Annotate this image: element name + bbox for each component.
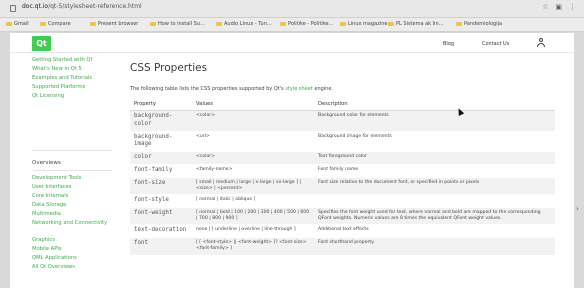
sidebar-link[interactable]: Supported Platforms xyxy=(32,84,85,90)
sidebar-link[interactable]: Core Internals xyxy=(32,193,68,199)
property-description: Additional text effects xyxy=(314,224,555,239)
bookmark-item[interactable]: Linux magazine xyxy=(340,21,388,27)
property-description: Font family name xyxy=(314,164,555,178)
property-name: font-family xyxy=(130,164,192,178)
css-properties-table: Property Values Description background-c… xyxy=(130,98,555,256)
sidebar-link[interactable]: All Qt Overviews xyxy=(32,264,75,270)
sidebar-link[interactable]: QML Applications xyxy=(32,255,77,261)
property-description: Background color for elements xyxy=(314,110,555,132)
sidebar-link[interactable]: Examples and Tutorials xyxy=(32,75,92,81)
nav-link-contact[interactable]: Contact Us xyxy=(482,41,509,47)
site-header: Qt Blog Contact Us xyxy=(10,33,574,53)
sidebar-link[interactable]: Graphics xyxy=(32,237,55,243)
sidebar-link[interactable]: Networking and Connectivity xyxy=(32,220,107,226)
property-name: color xyxy=(130,151,192,166)
folder-icon xyxy=(6,22,12,26)
url-field[interactable]: doc.qt.io/qt-5/stylesheet-reference.html xyxy=(22,3,142,10)
property-description: Font size relative to the document font,… xyxy=(314,177,555,196)
sidebar-heading-overviews: Overviews xyxy=(32,160,61,166)
table-row: font [ [ <font-style> || <font-weight> ]… xyxy=(130,237,555,256)
user-icon[interactable] xyxy=(536,38,546,48)
table-row: font-weight [ normal | bold | 100 | 200 … xyxy=(130,207,555,226)
table-row: font-style [ normal | italic | oblique ] xyxy=(130,194,555,209)
property-values: [ [ <font-style> || <font-weight> ]? <fo… xyxy=(192,237,314,256)
property-values: [ normal | italic | oblique ] xyxy=(192,194,314,209)
menu-icon[interactable]: ⋮ xyxy=(569,3,576,11)
sidebar-link[interactable]: Getting Started with Qt xyxy=(32,57,93,63)
folder-icon xyxy=(216,22,222,26)
folder-icon xyxy=(456,22,462,26)
bookmark-item[interactable]: Gmail xyxy=(6,21,29,27)
table-row: background-image <url> Background image … xyxy=(130,131,555,153)
table-row: text-decoration none | [ underline | ove… xyxy=(130,224,555,239)
property-name: background-color xyxy=(130,110,192,132)
sidebar-link[interactable]: Mobile APIs xyxy=(32,246,62,252)
sidebar-divider xyxy=(32,150,112,151)
table-row: font-size [ small | medium | large | x-l… xyxy=(130,177,555,196)
property-values: <color> xyxy=(192,151,314,166)
property-name: text-decoration xyxy=(130,224,192,239)
property-name: font xyxy=(130,237,192,256)
table-row: color <color> Text foreground color xyxy=(130,151,555,166)
sidebar-link[interactable]: Development Tools xyxy=(32,175,81,181)
qt-logo[interactable]: Qt xyxy=(32,36,51,51)
property-values: none | [ underline | overline | line-thr… xyxy=(192,224,314,239)
column-header-description: Description xyxy=(314,98,555,111)
page-title: CSS Properties xyxy=(130,62,208,74)
column-header-property: Property xyxy=(130,98,192,111)
bookmark-item[interactable]: How to install Su... xyxy=(150,21,205,27)
style-sheet-link[interactable]: style sheet xyxy=(285,86,312,92)
table-header-row: Property Values Description xyxy=(130,98,555,111)
property-values: <url> xyxy=(192,131,314,153)
property-description: Background image for elements xyxy=(314,131,555,153)
property-values: <family-name> xyxy=(192,164,314,178)
star-icon[interactable]: ☆ xyxy=(542,3,548,11)
bookmark-item[interactable]: Compare xyxy=(40,21,71,27)
property-description xyxy=(314,194,555,209)
nav-link-blog[interactable]: Blog xyxy=(443,41,454,47)
property-name: font-size xyxy=(130,177,192,196)
table-row: font-family <family-name> Font family na… xyxy=(130,164,555,178)
property-name: font-weight xyxy=(130,207,192,226)
property-description: Text foreground color xyxy=(314,151,555,166)
extension-icon[interactable]: ▣ xyxy=(555,3,562,11)
folder-icon xyxy=(280,22,286,26)
bookmarks-bar: Gmail Compare Present browser How to ins… xyxy=(0,18,584,32)
property-description: Font shorthand property xyxy=(314,237,555,256)
folder-icon xyxy=(340,22,346,26)
folder-icon xyxy=(388,22,394,26)
bookmark-item[interactable]: Audio Linux - Tun... xyxy=(216,21,272,27)
sidebar-link[interactable]: Multimedia xyxy=(32,211,61,217)
browser-toolbar-icons: ☆ ▣ ⋮ xyxy=(542,3,576,11)
bookmark-item[interactable]: Pandemiologija xyxy=(456,21,502,27)
sidebar-divider xyxy=(32,170,112,171)
scroll-arrow-icon[interactable]: › xyxy=(576,205,579,213)
folder-icon xyxy=(40,22,46,26)
bookmark-item[interactable]: Politike - Politike... xyxy=(280,21,333,27)
property-name: background-image xyxy=(130,131,192,153)
table-row: background-color <color> Background colo… xyxy=(130,110,555,132)
folder-icon xyxy=(150,22,156,26)
column-header-values: Values xyxy=(192,98,314,111)
folder-icon xyxy=(90,22,96,26)
bookmark-item[interactable]: PL Sistema ak lin... xyxy=(388,21,443,27)
property-description: Specifies the font weight used for text,… xyxy=(314,207,555,226)
sidebar-link[interactable]: Data Storage xyxy=(32,202,66,208)
sidebar-link[interactable]: User Interfaces xyxy=(32,184,71,190)
sidebar-link[interactable]: Qt Licensing xyxy=(32,93,64,99)
property-values: [ normal | bold | 100 | 200 | 300 | 400 … xyxy=(192,207,314,226)
web-page: Qt Blog Contact Us Getting Started with … xyxy=(10,33,574,288)
property-values: [ small | medium | large | x-large | xx-… xyxy=(192,177,314,196)
lock-icon xyxy=(10,5,16,12)
property-name: font-style xyxy=(130,194,192,209)
browser-address-bar: doc.qt.io/qt-5/stylesheet-reference.html… xyxy=(0,0,584,18)
bookmark-item[interactable]: Present browser xyxy=(90,21,138,27)
sidebar-link[interactable]: What's New in Qt 5 xyxy=(32,66,82,72)
intro-paragraph: The following table lists the CSS proper… xyxy=(130,86,334,92)
property-values: <color> xyxy=(192,110,314,132)
